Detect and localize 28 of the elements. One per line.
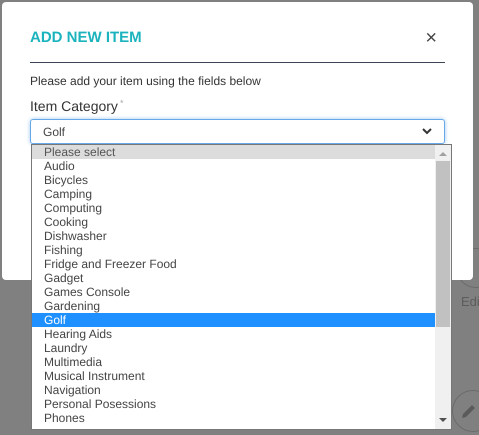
dropdown-option[interactable]: Navigation: [32, 383, 435, 397]
dropdown-option[interactable]: Musical Instrument: [32, 369, 435, 383]
category-select[interactable]: Golf: [30, 119, 445, 144]
close-button[interactable]: ×: [425, 28, 437, 48]
required-mark: *: [120, 97, 124, 110]
chevron-down-icon: [422, 128, 432, 135]
dropdown-option[interactable]: Personal Posessions: [32, 397, 435, 411]
dropdown-option[interactable]: Games Console: [32, 285, 435, 299]
dropdown-option[interactable]: Fridge and Freezer Food: [32, 257, 435, 271]
scrollbar[interactable]: [435, 145, 451, 429]
dropdown-option[interactable]: Laundry: [32, 341, 435, 355]
scrollbar-thumb[interactable]: [436, 161, 450, 327]
dropdown-option[interactable]: Cooking: [32, 215, 435, 229]
dropdown-option[interactable]: Please select: [32, 145, 435, 159]
dropdown-option[interactable]: Multimedia: [32, 355, 435, 369]
dropdown-option[interactable]: Phones: [32, 411, 435, 425]
intro-text: Please add your item using the fields below: [30, 73, 262, 89]
dropdown-option[interactable]: Camping: [32, 187, 435, 201]
field-label: Item Category: [30, 97, 118, 115]
dropdown-option[interactable]: Hearing Aids: [32, 327, 435, 341]
dropdown-option[interactable]: Bicycles: [32, 173, 435, 187]
dropdown-option[interactable]: Dishwasher: [32, 229, 435, 243]
dropdown-option[interactable]: Computing: [32, 201, 435, 215]
dropdown-option[interactable]: Gadget: [32, 271, 435, 285]
dialog-title: ADD NEW ITEM: [30, 28, 142, 48]
dropdown-option[interactable]: Fishing: [32, 243, 435, 257]
dropdown-option[interactable]: Gardening: [32, 299, 435, 313]
dropdown-option[interactable]: Audio: [32, 159, 435, 173]
